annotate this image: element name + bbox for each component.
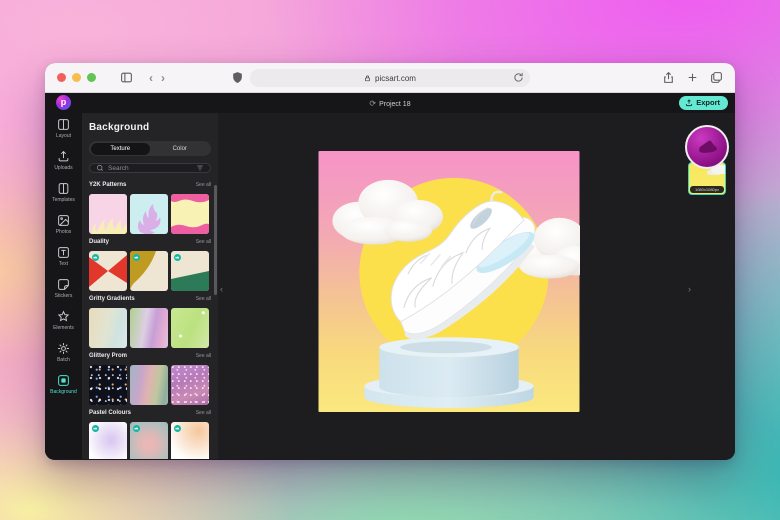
batch-icon: [58, 343, 69, 354]
layout-icon: [58, 119, 69, 130]
sidebar-item-text[interactable]: Text: [47, 246, 81, 267]
search-bar[interactable]: [89, 163, 211, 173]
section-pastel-colours: Pastel Colours See all: [89, 410, 211, 459]
texture-thumb-gritty-3[interactable]: [171, 308, 209, 348]
texture-color-tabs: Texture Color: [89, 141, 211, 156]
picsart-editor: p ⟳ Project 18 Export Layout Uploads Tem…: [45, 93, 735, 459]
export-button[interactable]: Export: [679, 95, 728, 110]
texture-thumb-duality-3[interactable]: [171, 251, 209, 291]
traffic-lights: [57, 73, 96, 82]
premium-badge-icon: [133, 425, 140, 432]
tab-texture[interactable]: Texture: [90, 142, 150, 155]
see-all-button[interactable]: See all: [196, 353, 211, 359]
privacy-shield-icon[interactable]: [231, 71, 244, 84]
section-gritty-gradients: Gritty Gradients See all: [89, 296, 211, 348]
pedestal: [364, 337, 534, 409]
canvas-size-badge: 1080x1080px: [690, 186, 724, 193]
premium-badge-icon: [92, 425, 99, 432]
stickers-icon: [58, 279, 69, 290]
reload-icon[interactable]: [513, 72, 524, 83]
url-text: picsart.com: [375, 73, 416, 83]
sidebar-item-layout[interactable]: Layout: [47, 118, 81, 139]
photos-icon: [58, 215, 69, 226]
sync-icon: ⟳: [369, 98, 377, 108]
sidebar-item-batch[interactable]: Batch: [47, 342, 81, 363]
templates-icon: [58, 183, 69, 194]
lock-icon: [365, 75, 370, 81]
background-panel: Background Texture Color Search Y2K Patt…: [82, 113, 218, 459]
search-icon: [96, 164, 103, 171]
sidebar-item-templates[interactable]: Templates: [47, 182, 81, 203]
flame-art: [138, 204, 161, 234]
sidebar-item-stickers[interactable]: Stickers: [47, 278, 81, 299]
back-button[interactable]: ‹: [145, 72, 157, 84]
layers-bar: 1080x1080px: [683, 125, 731, 195]
premium-badge-icon: [92, 254, 99, 261]
see-all-button[interactable]: See all: [196, 296, 211, 302]
url-bar[interactable]: picsart.com: [250, 69, 530, 87]
sidebar-item-photos[interactable]: Photos: [47, 214, 81, 235]
editor-header: p ⟳ Project 18 Export: [45, 93, 735, 113]
share-icon[interactable]: [662, 71, 675, 84]
tool-rail: Layout Uploads Templates Photos Text Sti…: [45, 113, 82, 459]
canvas-artboard[interactable]: [318, 151, 580, 412]
panel-title: Background: [89, 122, 150, 133]
close-window-button[interactable]: [57, 73, 66, 82]
layer-shoe-thumbnail[interactable]: [685, 125, 729, 169]
browser-chrome: ‹ › picsart.com: [45, 63, 735, 93]
background-icon: [58, 375, 69, 386]
texture-thumb-pastel-2[interactable]: [130, 422, 168, 459]
premium-badge-icon: [133, 254, 140, 261]
project-title[interactable]: Project 18: [379, 101, 411, 108]
texture-thumb-gritty-1[interactable]: [89, 308, 127, 348]
texture-thumb-gritty-2[interactable]: [130, 308, 168, 348]
zoom-window-button[interactable]: [87, 73, 96, 82]
section-glittery-prom: Glittery Prom See all: [89, 353, 211, 405]
upload-icon: [58, 150, 69, 162]
texture-thumb-pastel-3[interactable]: [171, 422, 209, 459]
see-all-button[interactable]: See all: [196, 410, 211, 416]
forward-button[interactable]: ›: [157, 72, 169, 84]
tab-color[interactable]: Color: [150, 143, 210, 155]
texture-thumb-glitter-2[interactable]: [130, 365, 168, 405]
panel-scrollbar[interactable]: [214, 185, 217, 295]
section-duality: Duality See all: [89, 239, 211, 291]
texture-thumb-y2k-2[interactable]: [130, 194, 168, 234]
sidebar-toggle-icon[interactable]: [120, 71, 133, 84]
sidebar-item-uploads[interactable]: Uploads: [47, 150, 81, 171]
texture-thumb-y2k-3[interactable]: [171, 194, 209, 234]
see-all-button[interactable]: See all: [196, 239, 211, 245]
sidebar-item-background[interactable]: Background: [47, 374, 81, 395]
section-y2k-patterns: Y2K Patterns See all: [89, 182, 211, 234]
texture-thumb-duality-1[interactable]: [89, 251, 127, 291]
flame-art: [171, 194, 209, 234]
canvas-area: ‹ › 1080x1080px: [218, 113, 735, 459]
browser-window: ‹ › picsart.com p ⟳ Project 18 Export La…: [45, 63, 735, 460]
premium-badge-icon: [174, 254, 181, 261]
canvas-artwork: [318, 151, 580, 412]
texture-thumb-glitter-3[interactable]: [171, 365, 209, 405]
new-tab-icon[interactable]: [686, 71, 699, 84]
search-input[interactable]: [108, 164, 192, 172]
minimize-window-button[interactable]: [72, 73, 81, 82]
collapse-panel-handle[interactable]: ‹: [220, 285, 223, 294]
texture-thumb-duality-2[interactable]: [130, 251, 168, 291]
see-all-button[interactable]: See all: [196, 182, 211, 188]
expand-panel-handle[interactable]: ›: [688, 285, 691, 294]
star-icon: [57, 310, 70, 322]
project-title-wrap: ⟳ Project 18: [45, 99, 735, 108]
flame-art: [91, 218, 127, 234]
texture-thumb-pastel-1[interactable]: [89, 422, 127, 459]
texture-thumb-y2k-1[interactable]: [89, 194, 127, 234]
shoe-silhouette-icon: [699, 140, 717, 153]
desktop-background: ‹ › picsart.com p ⟳ Project 18 Export La…: [0, 0, 780, 520]
filter-icon[interactable]: [196, 164, 204, 172]
texture-thumb-glitter-1[interactable]: [89, 365, 127, 405]
export-icon: [686, 98, 693, 106]
premium-badge-icon: [174, 425, 181, 432]
sidebar-item-elements[interactable]: Elements: [47, 310, 81, 331]
text-icon: [58, 247, 69, 258]
tab-overview-icon[interactable]: [710, 71, 723, 84]
